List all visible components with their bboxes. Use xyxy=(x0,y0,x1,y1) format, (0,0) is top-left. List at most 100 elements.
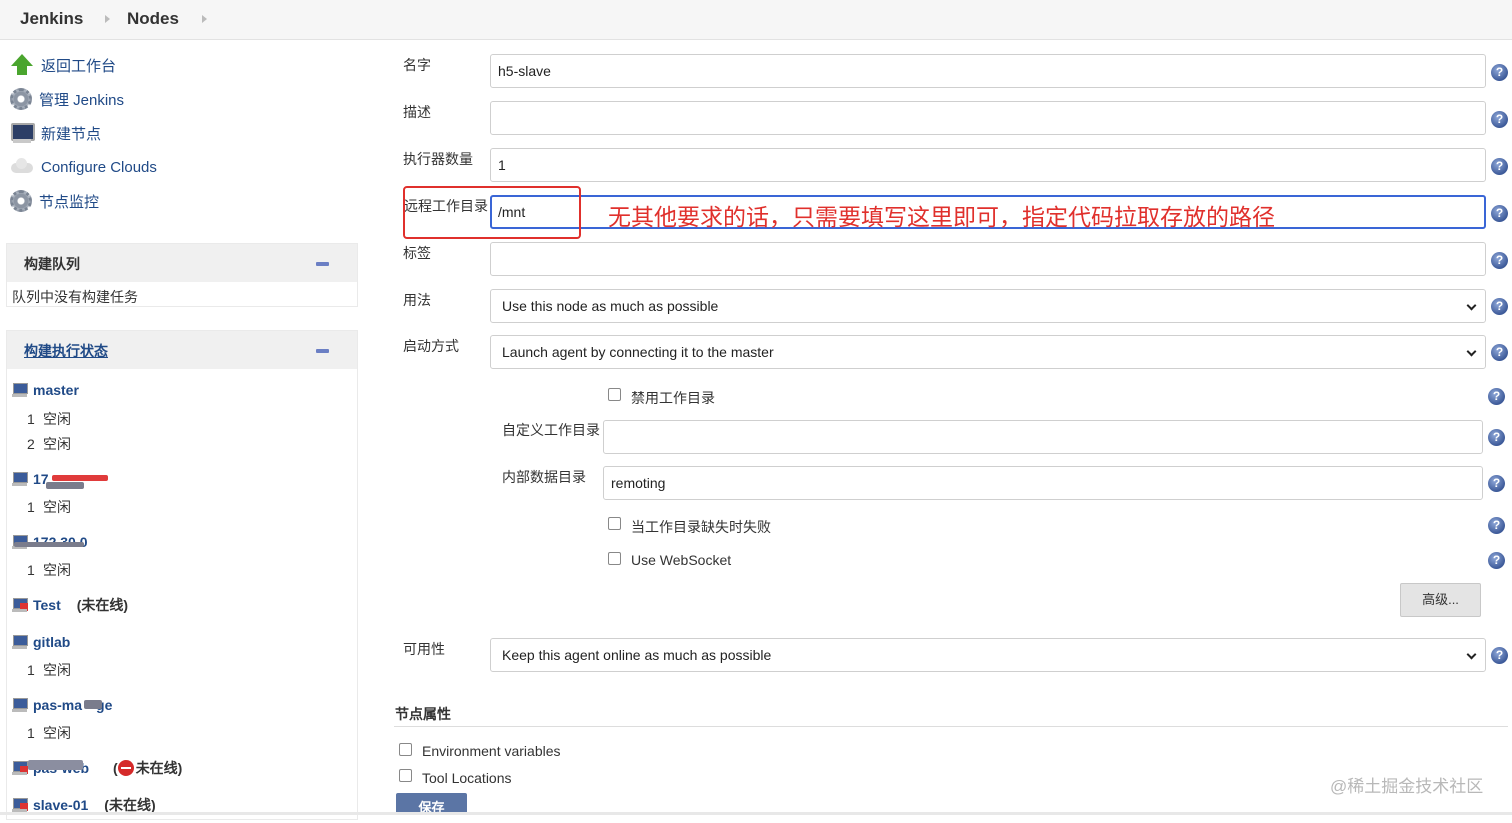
collapse-icon[interactable] xyxy=(316,349,329,353)
fail-if-missing-label: 当工作目录缺失时失败 xyxy=(631,519,771,535)
redaction-mark xyxy=(46,482,84,489)
node-offline-status: (未在线) xyxy=(113,760,183,776)
node-offline-status: (未在线) xyxy=(76,597,129,613)
executor-row: 1 空闲 xyxy=(27,662,71,678)
sidebar-item-back-to-dashboard[interactable]: 返回工作台 xyxy=(10,52,116,78)
annotation-highlight-box xyxy=(403,186,581,239)
env-vars-checkbox[interactable] xyxy=(399,743,412,756)
computer-icon xyxy=(12,634,29,650)
description-input[interactable] xyxy=(490,101,1486,135)
labels-input[interactable] xyxy=(490,242,1486,276)
gear-icon xyxy=(10,88,32,110)
help-icon[interactable]: ? xyxy=(1488,552,1505,569)
help-icon[interactable]: ? xyxy=(1488,517,1505,534)
disable-workdir-checkbox[interactable] xyxy=(608,388,621,401)
launch-label: 启动方式 xyxy=(403,338,459,354)
custom-workdir-input[interactable] xyxy=(603,420,1483,454)
sidebar-item-label: 返回工作台 xyxy=(41,57,117,75)
redaction-mark xyxy=(28,760,83,770)
name-label: 名字 xyxy=(403,57,431,73)
gear-icon xyxy=(10,190,32,212)
watermark: @稀土掘金技术社区 xyxy=(1330,777,1484,796)
executor-row: 2 空闲 xyxy=(27,436,71,452)
sidebar-item-label: 新建节点 xyxy=(41,125,102,143)
help-icon[interactable]: ? xyxy=(1491,298,1508,315)
computer-offline-icon xyxy=(12,760,29,776)
disable-workdir-label: 禁用工作目录 xyxy=(631,390,715,406)
computer-icon xyxy=(12,471,29,487)
description-label: 描述 xyxy=(403,104,431,120)
up-arrow-icon xyxy=(10,53,34,77)
launch-select[interactable]: Launch agent by connecting it to the mas… xyxy=(490,335,1486,369)
executor-row: 1 空闲 xyxy=(27,562,71,578)
executor-status-title[interactable]: 构建执行状态 xyxy=(7,331,357,369)
computer-offline-icon xyxy=(12,597,29,613)
redaction-mark xyxy=(52,475,108,481)
fail-if-missing-checkbox[interactable] xyxy=(608,517,621,530)
help-icon[interactable]: ? xyxy=(1488,388,1505,405)
help-icon[interactable]: ? xyxy=(1491,111,1508,128)
help-icon[interactable]: ? xyxy=(1491,158,1508,175)
availability-label: 可用性 xyxy=(403,641,445,657)
executor-node-gitlab[interactable]: gitlab xyxy=(12,632,70,652)
sidebar-item-label: 节点监控 xyxy=(39,193,100,211)
section-divider xyxy=(394,726,1508,727)
computer-icon xyxy=(12,697,29,713)
computer-offline-icon xyxy=(12,797,29,813)
computer-icon xyxy=(12,382,29,398)
availability-select-value: Keep this agent online as much as possib… xyxy=(502,647,772,663)
sidebar-item-manage-jenkins[interactable]: 管理 Jenkins xyxy=(10,86,124,112)
executor-node-test[interactable]: Test (未在线) xyxy=(12,595,128,615)
help-icon[interactable]: ? xyxy=(1491,344,1508,361)
sidebar-item-new-node[interactable]: 新建节点 xyxy=(10,120,101,146)
breadcrumb-jenkins[interactable]: Jenkins xyxy=(20,9,83,29)
help-icon[interactable]: ? xyxy=(1488,429,1505,446)
collapse-icon[interactable] xyxy=(316,262,329,266)
redaction-mark xyxy=(84,700,102,709)
usage-label: 用法 xyxy=(403,292,431,308)
executor-node-redacted-1[interactable]: 17 xyxy=(12,469,49,489)
node-properties-title: 节点属性 xyxy=(395,706,451,722)
help-icon[interactable]: ? xyxy=(1488,475,1505,492)
internal-dir-label: 内部数据目录 xyxy=(502,469,586,485)
no-entry-icon xyxy=(117,760,134,776)
help-icon[interactable]: ? xyxy=(1491,64,1508,81)
executors-input[interactable]: 1 xyxy=(490,148,1486,182)
help-icon[interactable]: ? xyxy=(1491,205,1508,222)
custom-workdir-label: 自定义工作目录 xyxy=(502,422,600,438)
executor-row: 1 空闲 xyxy=(27,725,71,741)
breadcrumb-nodes[interactable]: Nodes xyxy=(127,9,179,29)
chevron-down-icon xyxy=(1466,346,1477,357)
chevron-down-icon xyxy=(1466,300,1477,311)
executor-row: 1 空闲 xyxy=(27,411,71,427)
usage-select[interactable]: Use this node as much as possible xyxy=(490,289,1486,323)
cloud-icon xyxy=(10,155,34,179)
build-queue-pane: 构建队列 队列中没有构建任务 xyxy=(6,243,358,307)
build-queue-empty-text: 队列中没有构建任务 xyxy=(12,289,138,305)
sidebar-item-node-monitoring[interactable]: 节点监控 xyxy=(10,188,99,214)
name-input[interactable]: h5-slave xyxy=(490,54,1486,88)
sidebar-item-label: 管理 Jenkins xyxy=(39,91,125,109)
websocket-label: Use WebSocket xyxy=(631,552,732,568)
help-icon[interactable]: ? xyxy=(1491,252,1508,269)
breadcrumb-separator-icon xyxy=(105,15,110,23)
internal-dir-input[interactable]: remoting xyxy=(603,466,1483,500)
executors-label: 执行器数量 xyxy=(403,151,473,167)
tool-locations-checkbox[interactable] xyxy=(399,769,412,782)
usage-select-value: Use this node as much as possible xyxy=(502,298,719,314)
websocket-checkbox[interactable] xyxy=(608,552,621,565)
breadcrumb-separator-icon[interactable] xyxy=(202,15,207,23)
sidebar-item-configure-clouds[interactable]: Configure Clouds xyxy=(10,154,157,180)
breadcrumb-bar: Jenkins Nodes xyxy=(0,0,1512,40)
executor-row: 1 空闲 xyxy=(27,499,71,515)
launch-select-value: Launch agent by connecting it to the mas… xyxy=(502,344,774,360)
env-vars-label: Environment variables xyxy=(422,743,561,759)
annotation-text: 无其他要求的话，只需要填写这里即可，指定代码拉取存放的路径 xyxy=(608,204,1275,230)
advanced-button[interactable]: 高级... xyxy=(1400,583,1481,617)
availability-select[interactable]: Keep this agent online as much as possib… xyxy=(490,638,1486,672)
build-queue-title: 构建队列 xyxy=(7,244,357,282)
executor-node-master[interactable]: master xyxy=(12,380,79,400)
help-icon[interactable]: ? xyxy=(1491,647,1508,664)
chevron-down-icon xyxy=(1466,649,1477,660)
redaction-mark xyxy=(14,542,84,547)
